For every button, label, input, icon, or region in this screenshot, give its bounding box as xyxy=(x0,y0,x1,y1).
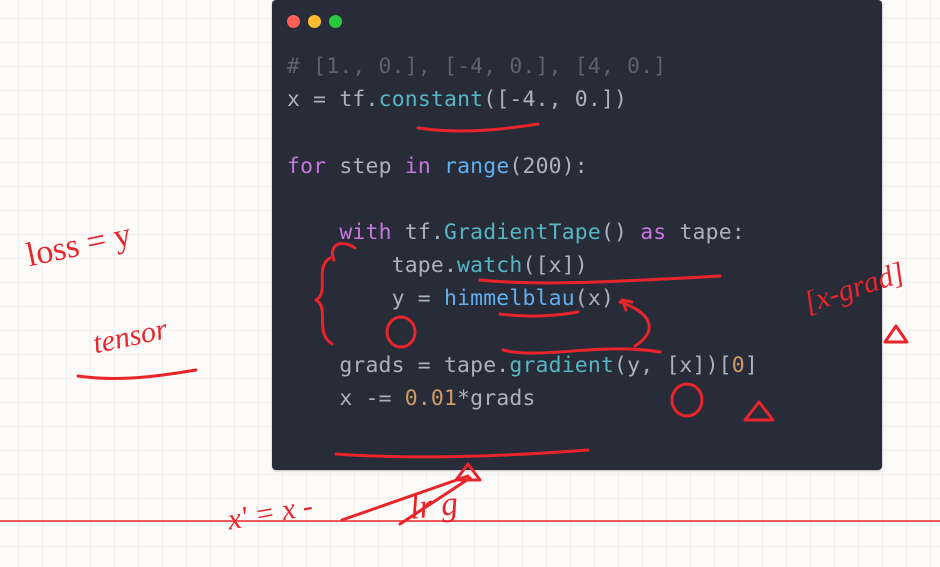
code-token: . xyxy=(366,87,379,112)
code-token: (200): xyxy=(509,154,587,179)
code-token: x xyxy=(287,87,313,112)
code-token: . xyxy=(496,353,509,378)
maximize-icon[interactable] xyxy=(329,15,342,28)
code-token: (x) xyxy=(575,286,614,311)
code-token: with xyxy=(339,220,391,245)
code-token: watch xyxy=(457,253,522,278)
baseline-rule xyxy=(0,520,940,522)
code-token: step xyxy=(326,154,404,179)
code-token: tape xyxy=(287,253,444,278)
code-token: -= xyxy=(365,386,391,411)
code-token xyxy=(287,220,339,245)
code-block: # [1., 0.], [-4, 0.], [4, 0.] x = tf.con… xyxy=(287,50,758,415)
code-token: . xyxy=(444,253,457,278)
code-token xyxy=(431,286,444,311)
code-token: (y, [x])[ xyxy=(614,353,732,378)
minimize-icon[interactable] xyxy=(308,15,321,28)
code-token: GradientTape xyxy=(444,220,601,245)
code-token: grads xyxy=(287,353,418,378)
code-token: 0 xyxy=(732,353,745,378)
code-token: for xyxy=(287,154,326,179)
code-window: # [1., 0.], [-4, 0.], [4, 0.] x = tf.con… xyxy=(272,0,882,470)
code-token: in xyxy=(405,154,431,179)
code-token xyxy=(431,154,444,179)
code-token xyxy=(392,386,405,411)
close-icon[interactable] xyxy=(287,15,300,28)
code-token: * xyxy=(457,386,470,411)
code-token: gradient xyxy=(509,353,614,378)
code-token: tf xyxy=(392,220,431,245)
code-token: = xyxy=(418,353,431,378)
code-token: . xyxy=(431,220,444,245)
code-token: grads xyxy=(470,386,535,411)
code-token: () xyxy=(601,220,640,245)
code-token: ] xyxy=(745,353,758,378)
code-token: = xyxy=(313,87,326,112)
code-token: y xyxy=(287,286,418,311)
code-token: x xyxy=(287,386,365,411)
code-token: range xyxy=(444,154,509,179)
code-comment: # [1., 0.], [-4, 0.], [4, 0.] xyxy=(287,54,666,79)
code-token: ([-4., 0.]) xyxy=(483,87,627,112)
code-token: himmelblau xyxy=(444,286,575,311)
code-token: ([x]) xyxy=(522,253,587,278)
code-token: 0.01 xyxy=(405,386,457,411)
code-token: as xyxy=(640,220,666,245)
code-token: constant xyxy=(379,87,484,112)
code-token: tape: xyxy=(666,220,744,245)
code-token: tape xyxy=(431,353,496,378)
code-token: tf xyxy=(326,87,365,112)
code-token: = xyxy=(418,286,431,311)
window-controls xyxy=(287,15,342,28)
